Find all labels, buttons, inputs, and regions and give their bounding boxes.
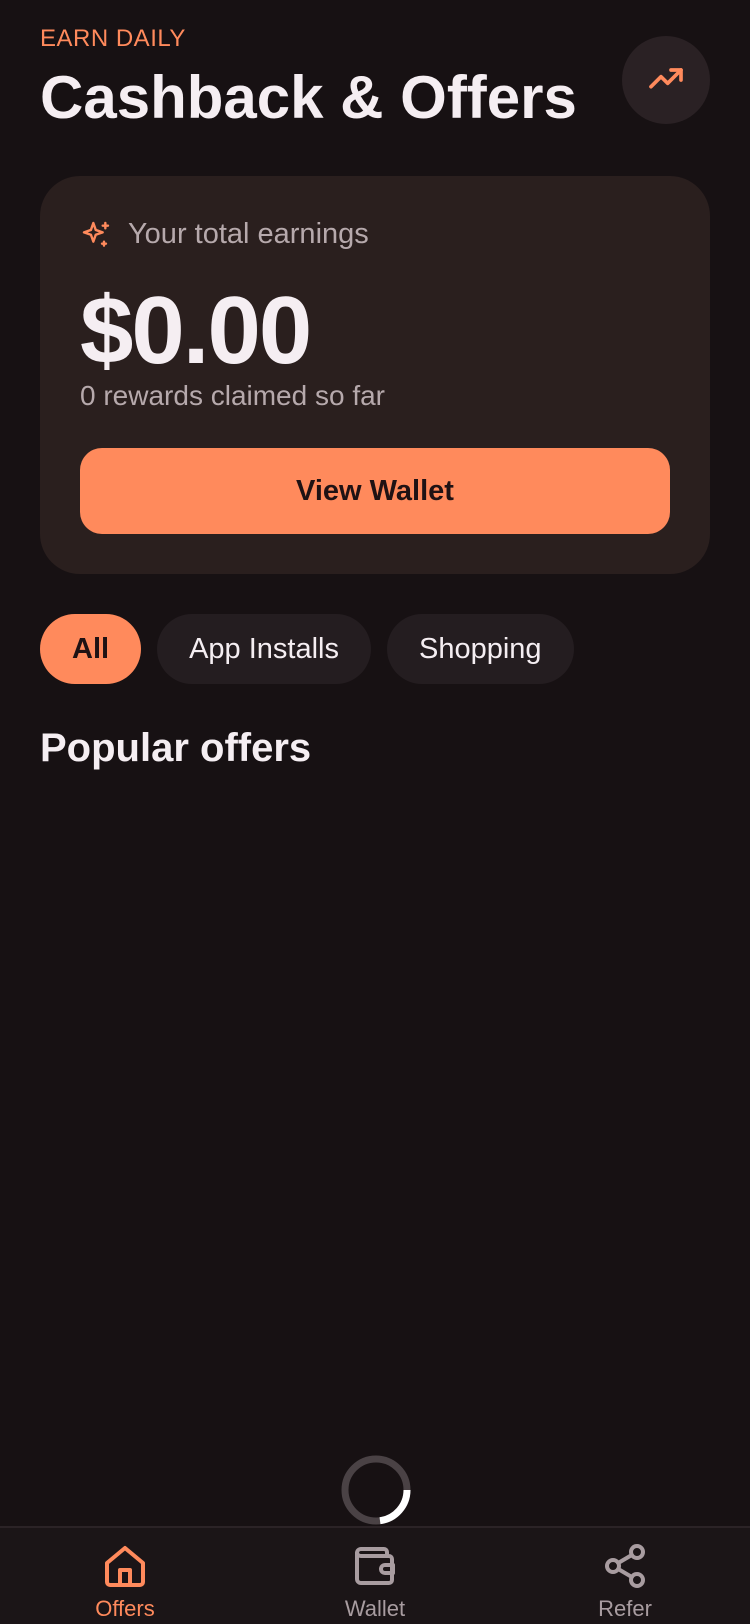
section-title: Popular offers (40, 726, 312, 770)
app-screen: EARN DAILY Cashback & Offers Your total … (0, 0, 750, 1624)
nav-label-refer: Refer (598, 1596, 652, 1621)
page-header: EARN DAILY Cashback & Offers (40, 24, 710, 136)
share-icon (605, 1544, 645, 1588)
nav-item-refer[interactable]: Refer (545, 1542, 705, 1622)
earnings-label: Your total earnings (128, 218, 369, 250)
nav-label-wallet: Wallet (344, 1596, 406, 1621)
sparkle-icon (82, 221, 110, 247)
earnings-amount: $0.00 (80, 277, 312, 384)
wallet-icon (355, 1547, 395, 1585)
loading-spinner (341, 1455, 411, 1525)
nav-label-offers: Offers (95, 1596, 155, 1621)
view-wallet-button[interactable]: View Wallet (80, 448, 670, 534)
trending-button[interactable] (622, 36, 710, 124)
filter-chip-app-installs[interactable]: App Installs (157, 614, 371, 684)
filter-chip-shopping[interactable]: Shopping (386, 614, 574, 684)
home-icon (105, 1546, 145, 1587)
bottom-nav: Offers Wallet Refer (0, 1526, 750, 1624)
eyebrow-label: EARN DAILY (40, 25, 186, 52)
rewards-claimed-text: 0 rewards claimed so far (80, 380, 386, 411)
filter-chips: All App Installs Shopping (40, 614, 574, 684)
earnings-label-row: Your total earnings (80, 218, 369, 251)
earnings-card: Your total earnings $0.00 0 rewards clai… (40, 176, 710, 574)
nav-item-offers[interactable]: Offers (45, 1542, 205, 1622)
filter-chip-all[interactable]: All (40, 614, 142, 684)
trending-up-icon (649, 68, 683, 89)
nav-item-wallet[interactable]: Wallet (295, 1542, 455, 1622)
page-title: Cashback & Offers (40, 64, 577, 131)
